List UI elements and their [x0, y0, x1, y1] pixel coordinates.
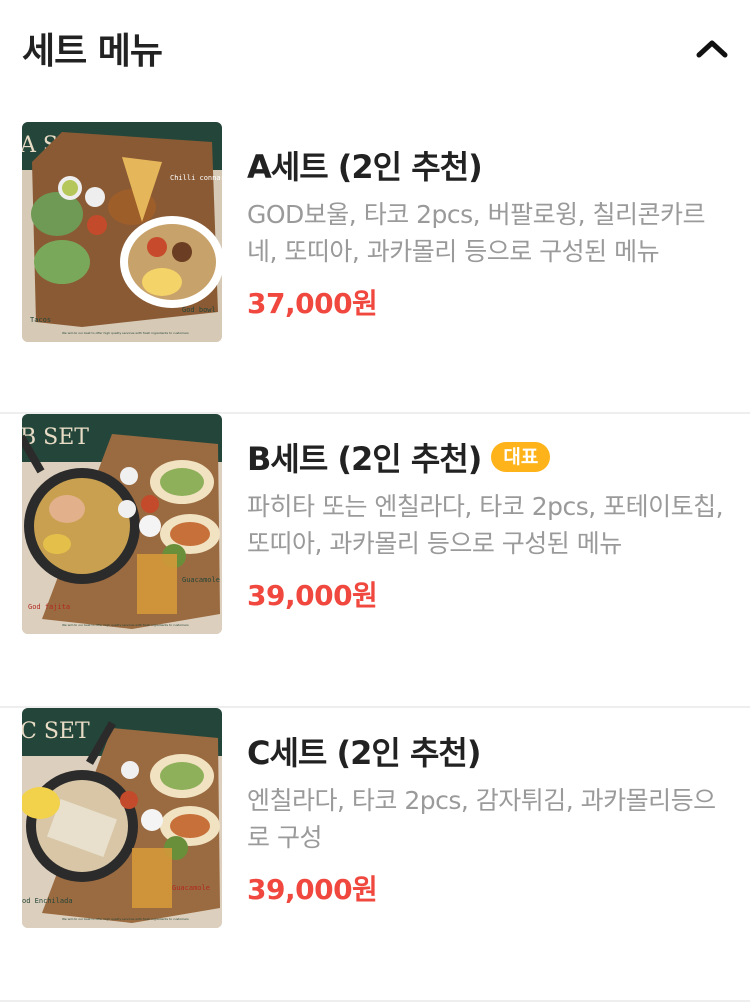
- menu-item-b-set[interactable]: B SET Guacamole God fajita We will do ou…: [0, 414, 750, 708]
- svg-text:We will do our best to offer h: We will do our best to offer high qualit…: [62, 917, 189, 921]
- svg-text:Guacamole: Guacamole: [172, 884, 210, 892]
- menu-image-b-set: B SET Guacamole God fajita We will do ou…: [22, 414, 222, 634]
- collapse-button[interactable]: [692, 28, 732, 68]
- menu-item-c-set[interactable]: C SET Guacamole od Enchilada We will do …: [0, 708, 750, 1002]
- menu-description: 엔칠라다, 타코 2pcs, 감자튀김, 과카몰리등으로 구성: [247, 786, 716, 852]
- menu-name: A세트 (2인 추천): [247, 148, 483, 186]
- menu-item-a-set[interactable]: A SET Chilli connarne Tacos God bowl We …: [0, 122, 750, 414]
- svg-text:od Enchilada: od Enchilada: [22, 897, 73, 905]
- menu-description: GOD보울, 타코 2pcs, 버팔로윙, 칠리콘카르네, 또띠아, 과카몰리 …: [247, 200, 705, 266]
- svg-text:C SET: C SET: [22, 719, 90, 744]
- set-menu-list: A SET Chilli connarne Tacos God bowl We …: [0, 122, 750, 1002]
- svg-text:God bowl: God bowl: [182, 306, 216, 314]
- menu-price: 39,000원: [247, 579, 378, 612]
- svg-text:Guacamole: Guacamole: [182, 576, 220, 584]
- section-title: 세트 메뉴: [22, 31, 163, 72]
- svg-text:God fajita: God fajita: [28, 603, 70, 611]
- svg-text:B SET: B SET: [22, 425, 89, 450]
- menu-image-a-set: A SET Chilli connarne Tacos God bowl We …: [22, 122, 222, 342]
- menu-name: B세트 (2인 추천): [247, 440, 482, 478]
- menu-image-c-set: C SET Guacamole od Enchilada We will do …: [22, 708, 222, 928]
- representative-badge: 대표: [491, 442, 551, 472]
- menu-price: 39,000원: [247, 873, 378, 906]
- menu-price: 37,000원: [247, 287, 378, 320]
- menu-description: 파히타 또는 엔칠라다, 타코 2pcs, 포테이토칩, 또띠아, 과카몰리 등…: [247, 492, 724, 558]
- svg-text:Chilli connarne: Chilli connarne: [170, 174, 222, 182]
- svg-text:We will do our best to offer h: We will do our best to offer high qualit…: [62, 623, 189, 627]
- svg-text:We will do our best to offer h: We will do our best to offer high qualit…: [62, 331, 189, 335]
- section-header: 세트 메뉴: [0, 0, 750, 92]
- chevron-up-icon: [696, 40, 728, 58]
- menu-name: C세트 (2인 추천): [247, 734, 481, 772]
- svg-text:Tacos: Tacos: [30, 316, 51, 324]
